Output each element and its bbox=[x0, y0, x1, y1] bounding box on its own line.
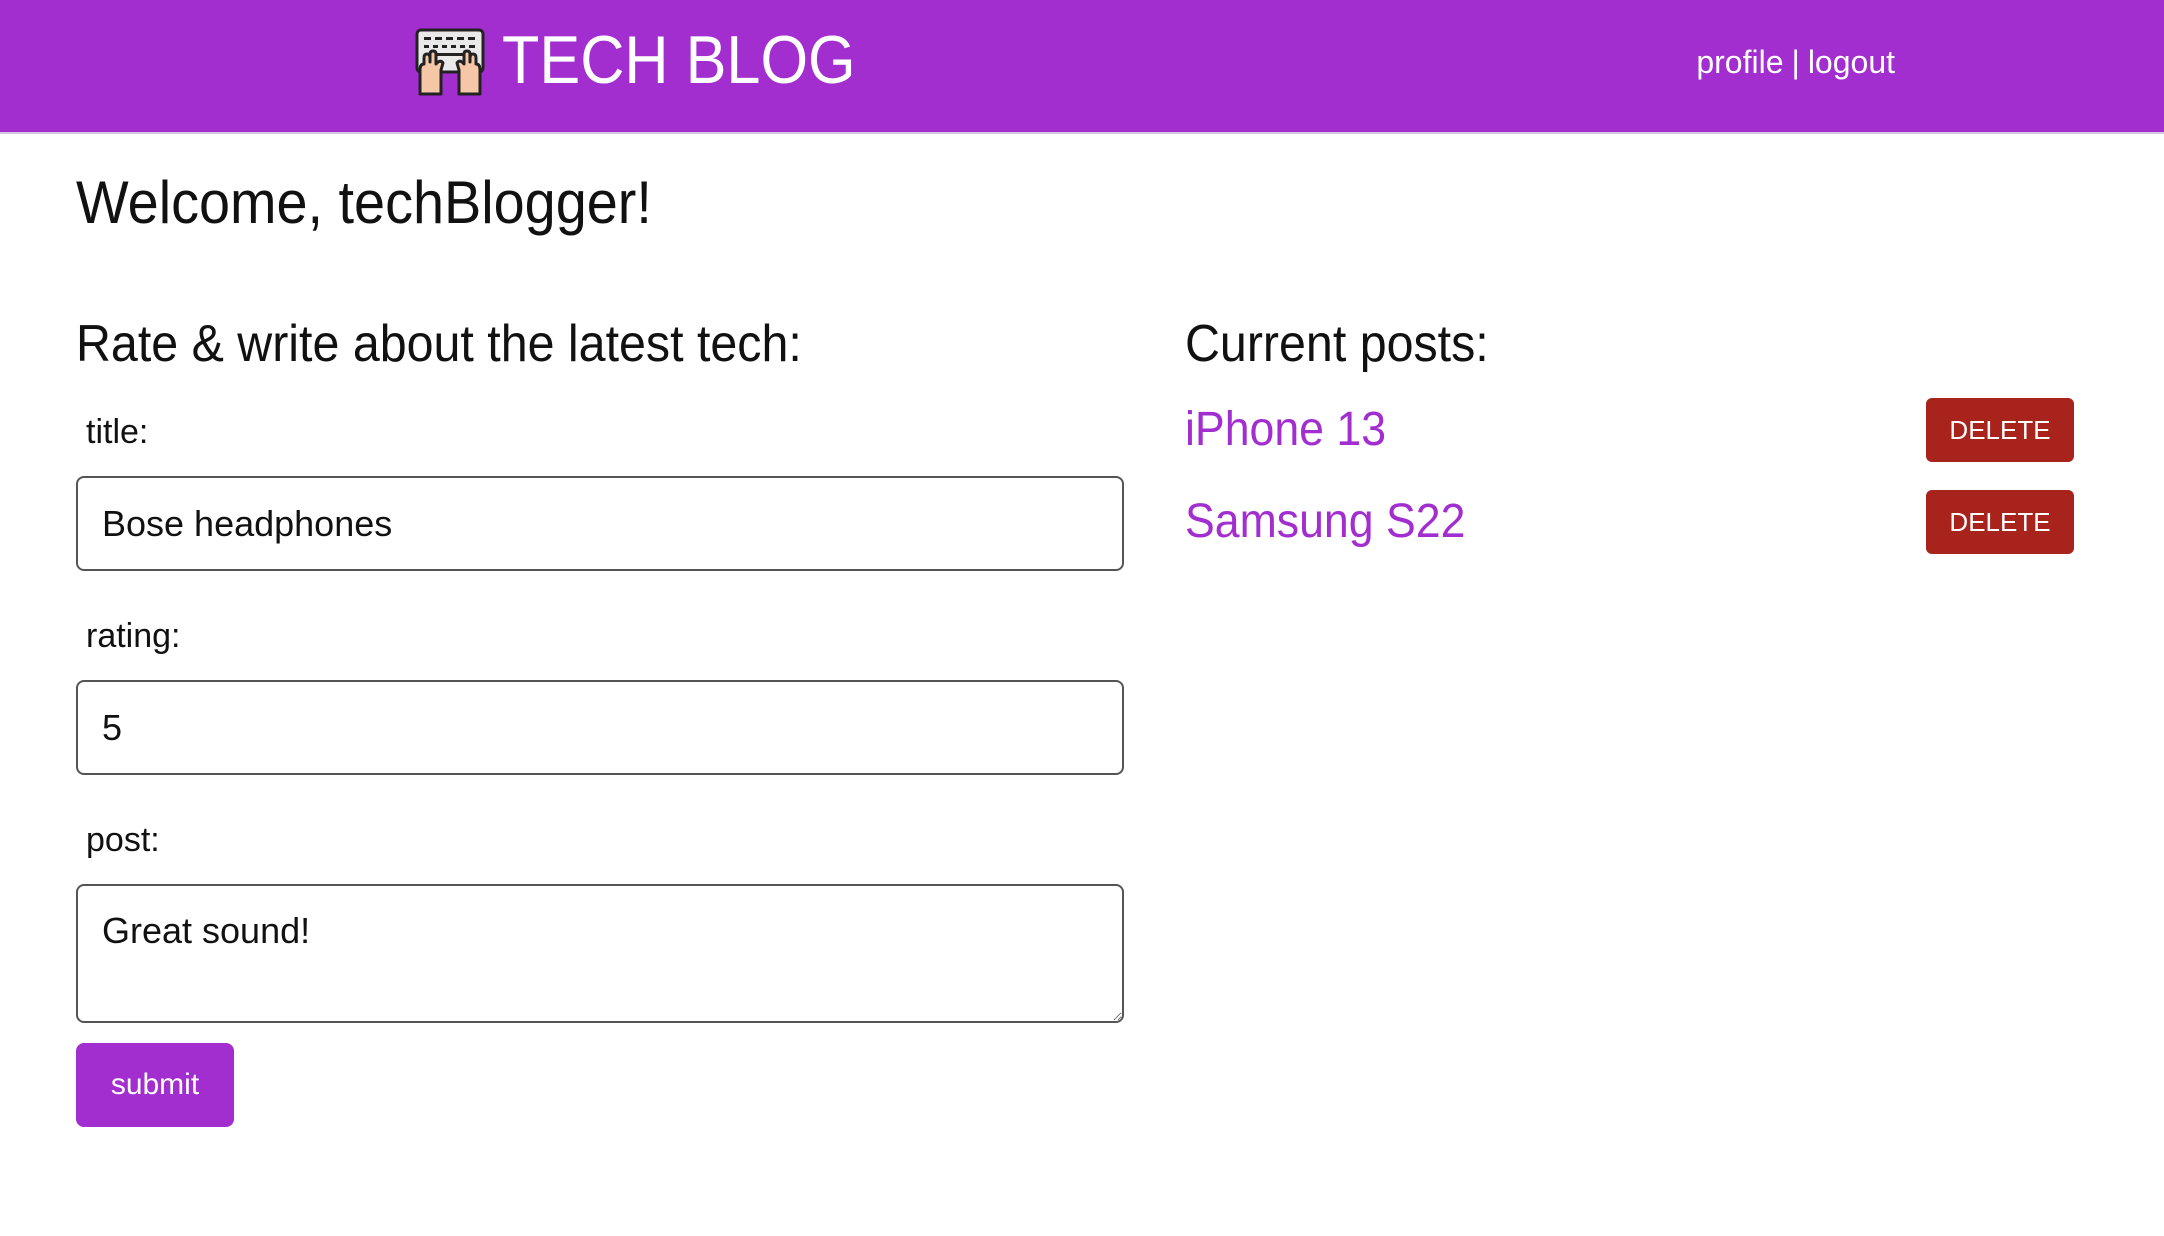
logout-link[interactable]: logout bbox=[1808, 44, 1895, 81]
post-textarea[interactable]: Great sound! bbox=[76, 884, 1124, 1024]
welcome-heading: Welcome, techBlogger! bbox=[76, 169, 652, 236]
delete-post-button[interactable]: DELETE bbox=[1926, 398, 2074, 462]
delete-post-button[interactable]: DELETE bbox=[1926, 490, 2074, 554]
post-item: Samsung S22 DELETE bbox=[1185, 490, 2074, 554]
header-nav: profile | logout bbox=[1696, 44, 1895, 81]
keyboard-typing-hands-icon bbox=[415, 28, 485, 96]
rating-label: rating: bbox=[86, 617, 181, 656]
current-posts: Current posts: iPhone 13 DELETE Samsung … bbox=[1185, 315, 2074, 554]
form-heading: Rate & write about the latest tech: bbox=[76, 315, 802, 373]
brand[interactable]: TECH BLOG bbox=[414, 20, 895, 100]
new-post-form: Rate & write about the latest tech: titl… bbox=[76, 315, 1126, 1128]
profile-link[interactable]: profile bbox=[1696, 44, 1783, 81]
title-label: title: bbox=[86, 413, 149, 452]
submit-button[interactable]: submit bbox=[76, 1043, 234, 1128]
site-title: TECH BLOG bbox=[502, 22, 856, 98]
title-input[interactable] bbox=[76, 476, 1124, 572]
post-item: iPhone 13 DELETE bbox=[1185, 398, 2074, 462]
site-header: TECH BLOG profile | logout bbox=[0, 0, 2164, 134]
post-label: post: bbox=[86, 821, 160, 860]
posts-heading: Current posts: bbox=[1185, 315, 1489, 373]
post-title-link[interactable]: Samsung S22 bbox=[1185, 490, 1465, 554]
rating-input[interactable] bbox=[76, 680, 1124, 776]
nav-separator: | bbox=[1791, 44, 1800, 80]
post-title-link[interactable]: iPhone 13 bbox=[1185, 398, 1386, 462]
